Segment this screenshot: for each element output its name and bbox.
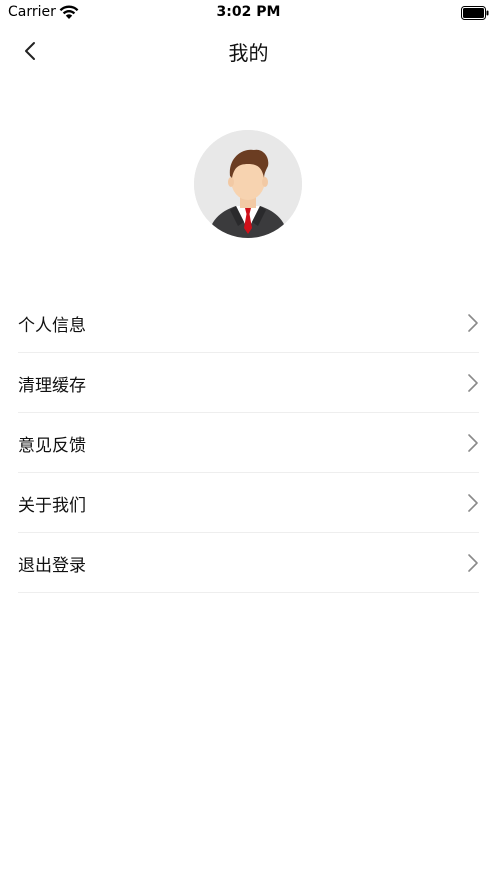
settings-menu: 个人信息 清理缓存 意见反馈 关于我们 退出登录	[18, 293, 479, 593]
menu-item-clear-cache[interactable]: 清理缓存	[18, 353, 479, 413]
menu-item-feedback[interactable]: 意见反馈	[18, 413, 479, 473]
battery-icon	[461, 5, 489, 20]
chevron-right-icon	[468, 314, 478, 332]
status-time: 3:02 PM	[216, 4, 281, 20]
menu-item-label: 个人信息	[18, 316, 86, 336]
chevron-right-icon	[468, 554, 478, 572]
user-avatar-icon	[194, 130, 302, 238]
menu-item-label: 意见反馈	[18, 436, 86, 456]
nav-bar: 我的	[0, 26, 497, 76]
avatar[interactable]	[194, 130, 302, 238]
menu-item-logout[interactable]: 退出登录	[18, 533, 479, 593]
menu-item-profile[interactable]: 个人信息	[18, 293, 479, 353]
status-bar: Carrier 3:02 PM	[0, 0, 497, 26]
menu-item-about[interactable]: 关于我们	[18, 473, 479, 533]
page-title: 我的	[228, 41, 269, 65]
menu-item-label: 清理缓存	[18, 376, 86, 396]
chevron-right-icon	[468, 434, 478, 452]
chevron-right-icon	[468, 494, 478, 512]
chevron-right-icon	[468, 374, 478, 392]
menu-item-label: 关于我们	[18, 496, 86, 516]
menu-item-label: 退出登录	[18, 556, 86, 576]
